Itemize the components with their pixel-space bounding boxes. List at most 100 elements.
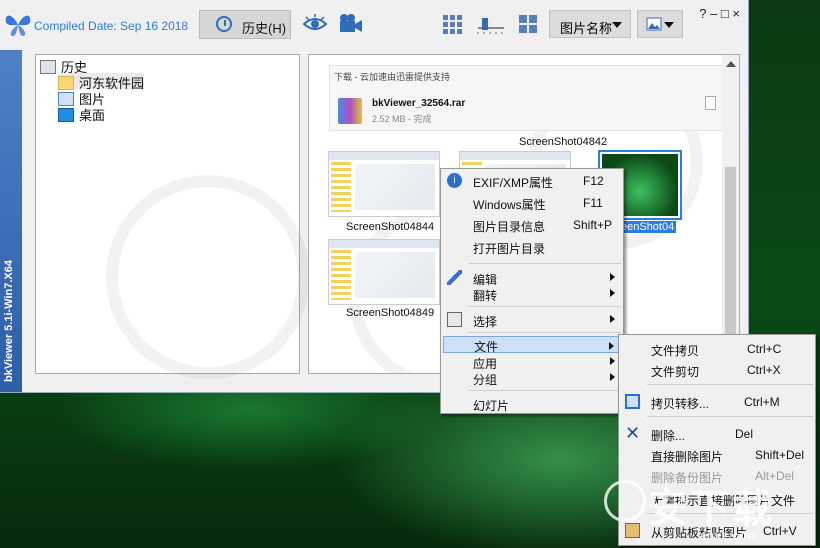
submenu-arrow-icon	[610, 357, 615, 365]
submenu-item-copy-move[interactable]: 拷贝转移... Ctrl+M	[621, 392, 813, 412]
submenu-arrow-icon	[610, 315, 615, 323]
butterfly-logo-icon	[5, 15, 31, 36]
menu-item-label: 图片目录信息	[473, 220, 546, 234]
menu-separator	[469, 390, 621, 391]
download-notification: 下载 - 云加速由迅雷提供支持 bkViewer_32564.rar 2.52 …	[329, 65, 723, 131]
menu-item-shortcut: Del	[735, 427, 754, 441]
menu-item-slideshow[interactable]: 幻灯片	[443, 394, 621, 414]
thumbnail-image[interactable]	[328, 239, 440, 305]
scroll-up-icon[interactable]	[726, 61, 736, 67]
menu-item-group[interactable]: 分组	[443, 368, 621, 388]
menu-item-label: 删除...	[651, 429, 686, 443]
context-menu: i EXIF/XMP属性 F12 Windows属性 F11 图片目录信息 Sh…	[440, 168, 624, 414]
tree-item-desktop[interactable]: 桌面	[58, 105, 106, 123]
menu-item-shortcut: Shift+Del	[755, 448, 805, 462]
menu-item-folder-info[interactable]: 图片目录信息 Shift+P	[443, 215, 621, 235]
close-icon: ✕	[625, 423, 641, 443]
site-watermark: 安下载 anxz.com	[600, 468, 820, 548]
submenu-arrow-icon	[609, 342, 614, 350]
select-icon	[447, 312, 462, 327]
rar-archive-icon	[338, 98, 362, 124]
floral-watermark	[106, 175, 310, 379]
history-button[interactable]: 历史(H)	[199, 10, 291, 39]
thumbnail-caption-selected: eenShot04	[619, 221, 677, 233]
document-icon[interactable]	[705, 96, 716, 110]
menu-item-open-folder[interactable]: 打开图片目录	[443, 237, 621, 257]
eye-icon[interactable]	[302, 12, 328, 36]
submenu-item-delete-direct[interactable]: 直接删除图片 Shift+Del	[621, 445, 813, 465]
sort-dropdown-label: 图片名称	[560, 21, 613, 36]
app-version-label: bkViewer 5.1i-Win7.X64	[3, 260, 15, 382]
menu-item-label: EXIF/XMP属性	[473, 176, 554, 190]
folder-tree: 历史 河东软件园 图片 桌面	[35, 54, 310, 379]
thumbnail-caption: ScreenShot04844	[346, 221, 435, 233]
menu-item-label: 分组	[473, 373, 498, 387]
vertical-scrollbar[interactable]	[722, 55, 739, 373]
download-header: 下载 - 云加速由迅雷提供支持	[334, 72, 450, 82]
menu-item-label: 选择	[473, 315, 498, 329]
scrollbar-thumb[interactable]	[725, 167, 736, 337]
submenu-arrow-icon	[610, 373, 615, 381]
menu-item-shortcut: Shift+P	[573, 218, 613, 232]
info-icon: i	[447, 173, 462, 188]
tree-item-hedong[interactable]: 河东软件园	[58, 73, 145, 91]
menu-item-label: 文件拷贝	[651, 344, 700, 358]
chevron-down-icon	[664, 22, 674, 28]
pencil-icon	[447, 270, 462, 285]
submenu-item-delete[interactable]: ✕ 删除... Del	[621, 424, 813, 444]
computer-icon	[40, 60, 56, 74]
image-view-dropdown[interactable]	[637, 10, 683, 38]
toolbar: Compiled Date: Sep 16 2018 历史(H) 图片名称 ? …	[0, 0, 748, 50]
menu-item-shortcut: Ctrl+M	[744, 395, 780, 409]
menu-separator	[469, 332, 621, 333]
clock-icon	[216, 16, 232, 32]
menu-item-shortcut: Ctrl+X	[747, 363, 781, 377]
menu-item-label: 翻转	[473, 289, 498, 303]
watermark-logo-icon	[604, 480, 646, 522]
download-filename[interactable]: bkViewer_32564.rar	[372, 98, 465, 109]
menu-separator	[647, 384, 813, 385]
menu-separator	[469, 306, 621, 307]
thumbnail-caption: ScreenShot04849	[346, 307, 435, 319]
submenu-item-copy[interactable]: 文件拷贝 Ctrl+C	[621, 339, 813, 359]
menu-item-label: 文件剪切	[651, 365, 700, 379]
tree-item-label: 桌面	[79, 108, 106, 123]
picture-icon	[646, 17, 662, 31]
submenu-arrow-icon	[610, 273, 615, 281]
chevron-down-icon	[612, 22, 622, 28]
vertical-title-bar: bkViewer 5.1i-Win7.X64	[0, 50, 22, 392]
pictures-icon	[58, 92, 74, 106]
sort-dropdown[interactable]: 图片名称	[549, 10, 631, 38]
large-grid-icon[interactable]	[518, 12, 538, 36]
submenu-arrow-icon	[610, 289, 615, 297]
menu-item-file[interactable]: 文件	[443, 336, 621, 354]
menu-item-label: 拷贝转移...	[651, 397, 710, 411]
menu-item-exif[interactable]: i EXIF/XMP属性 F12	[443, 171, 621, 191]
tree-item-history[interactable]: 历史	[40, 57, 87, 75]
menu-item-label: Windows属性	[473, 198, 546, 212]
menu-item-shortcut: F11	[583, 196, 603, 210]
menu-item-label: 幻灯片	[473, 399, 510, 413]
menu-separator	[647, 416, 813, 417]
video-camera-icon[interactable]	[338, 12, 364, 36]
folder-icon	[58, 76, 74, 90]
menu-item-label: 直接删除图片	[651, 450, 724, 464]
grid-view-icon[interactable]	[442, 12, 462, 36]
window-controls[interactable]: ? – □ ×	[699, 6, 740, 21]
watermark-text: 安下载	[648, 486, 774, 532]
thumbnail-size-slider[interactable]	[476, 12, 506, 36]
desktop-icon	[58, 108, 74, 122]
thumbnail-image[interactable]	[328, 151, 440, 217]
watermark-domain: anxz.com	[700, 530, 759, 542]
menu-item-windows-properties[interactable]: Windows属性 F11	[443, 193, 621, 213]
compiled-date-label: Compiled Date: Sep 16 2018	[34, 19, 189, 33]
submenu-item-cut[interactable]: 文件剪切 Ctrl+X	[621, 360, 813, 380]
menu-item-flip[interactable]: 翻转	[443, 284, 621, 304]
history-button-label: 历史(H)	[242, 21, 287, 36]
menu-separator	[469, 263, 621, 264]
tree-item-pictures[interactable]: 图片	[58, 89, 105, 107]
copy-move-icon	[625, 394, 640, 409]
menu-item-label: 打开图片目录	[473, 242, 546, 256]
menu-item-shortcut: F12	[583, 174, 604, 188]
menu-item-select[interactable]: 选择	[443, 310, 621, 330]
